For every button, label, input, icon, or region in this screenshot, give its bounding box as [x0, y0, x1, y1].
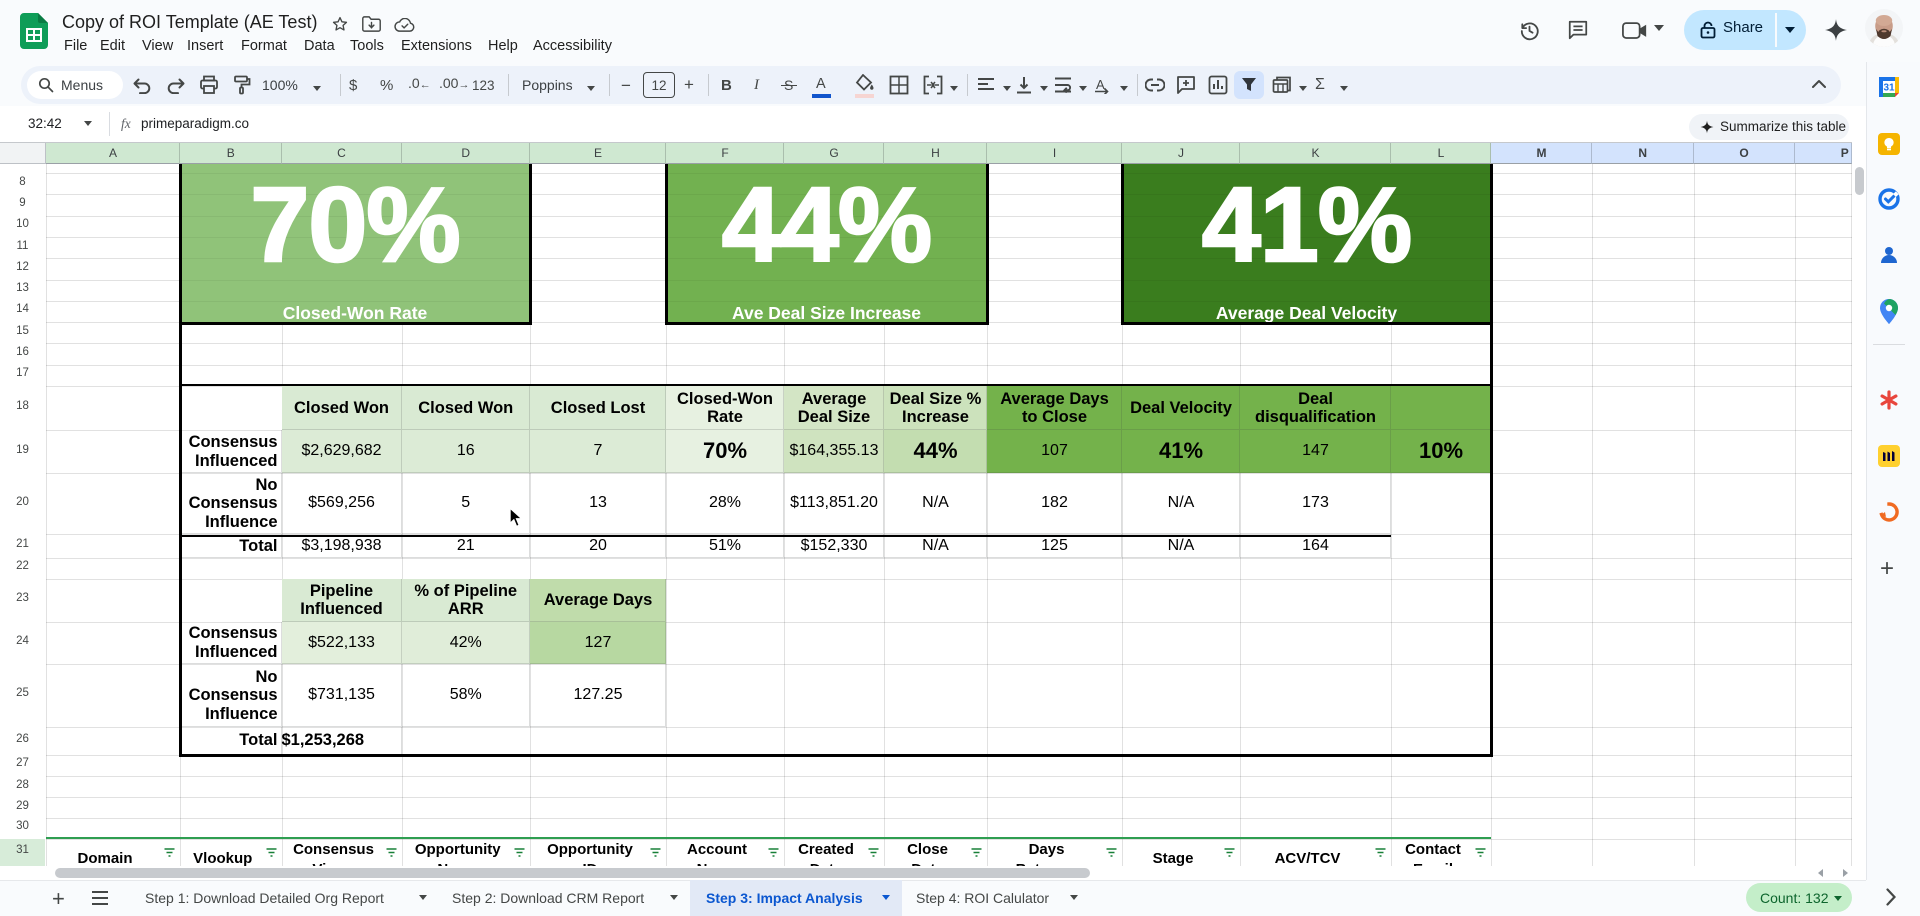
svg-text:31: 31 — [1883, 83, 1895, 94]
svg-text:A: A — [1096, 77, 1105, 92]
